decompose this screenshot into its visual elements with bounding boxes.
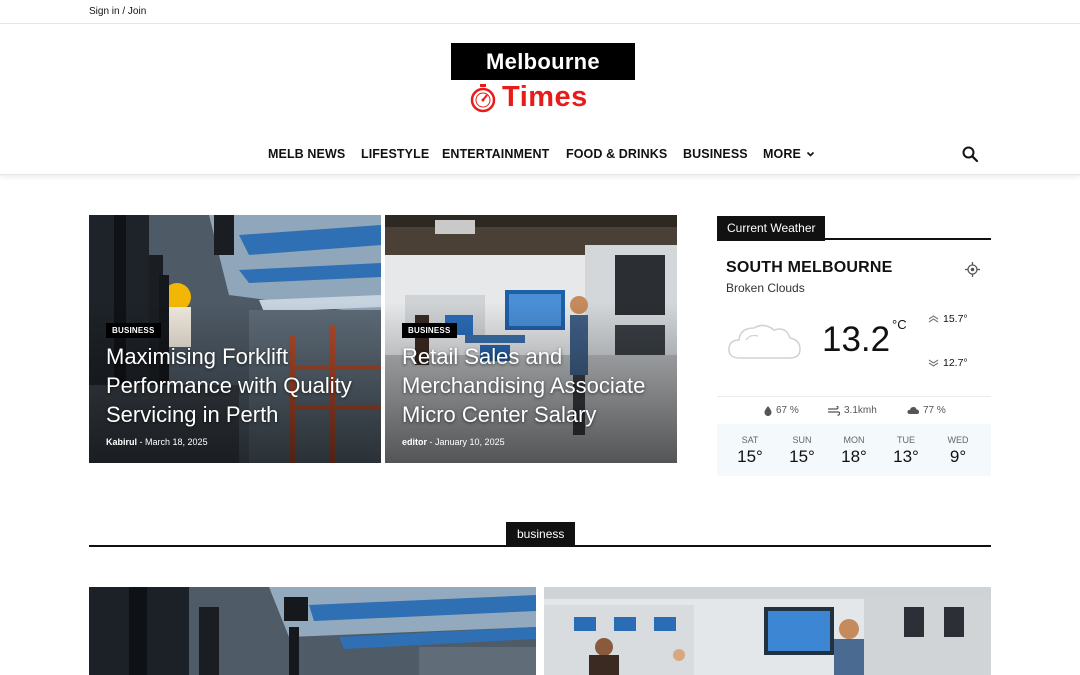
wind: 3.1kmh [828,405,877,416]
forecast-day: SAT 15° [724,424,776,467]
category-badge[interactable]: BUSINESS [106,323,161,338]
wind-icon [828,405,840,416]
forecast-day-temp: 13° [893,447,919,466]
category-badge[interactable]: BUSINESS [402,323,457,338]
main-nav: MELB NEWS LIFESTYLE ENTERTAINMENT FOOD &… [0,140,1080,175]
logo-box: Melbourne [451,43,635,80]
weather-forecast: SAT 15° SUN 15° MON 18° TUE 13° WED 9° [717,424,991,476]
cloudiness: 77 % [907,405,946,416]
chevron-down-icon [807,151,815,157]
weather-city: SOUTH MELBOURNE [726,259,893,276]
featured-meta: editor - January 10, 2025 [402,437,505,447]
forecast-day-name: SUN [792,435,812,445]
weather-stats: 67 % 3.1kmh 77 % [717,396,991,424]
arrow-up-icon [928,315,939,323]
droplet-icon [764,405,772,416]
weather-tab-label: Current Weather [717,216,826,241]
nav-item-food-drinks[interactable]: FOOD & DRINKS [566,147,667,161]
humidity: 67 % [764,405,799,416]
forecast-day-temp: 15° [789,447,815,466]
location-button[interactable] [965,262,980,282]
temperature-unit[interactable]: °C [892,317,907,332]
low-temp-value: 12.7° [943,357,968,369]
forecast-day: TUE 13° [880,424,932,467]
low-temp: 12.7° [928,357,968,369]
wind-value: 3.1kmh [844,405,877,416]
site-logo[interactable]: Melbourne Times [451,43,635,115]
forecast-day-temp: 18° [841,447,867,466]
forecast-day-name: TUE [897,435,915,445]
nav-item-more-label: MORE [763,147,801,161]
forecast-day: SUN 15° [776,424,828,467]
post-date: March 18, 2025 [145,437,208,447]
crosshair-icon [965,262,980,277]
article-card-retail[interactable] [544,587,991,675]
logo-times: Times [451,81,635,115]
stopwatch-icon [470,84,496,113]
featured-article-retail[interactable]: BUSINESS Retail Sales and Merchandising … [385,215,677,463]
cloud-small-icon [907,407,919,414]
article-card-forklift[interactable] [89,587,536,675]
current-temperature: 13.2 [822,320,891,359]
forecast-day: MON 18° [828,424,880,467]
logo-line2: Times [502,81,588,113]
weather-tab: Current Weather [717,216,991,241]
featured-title[interactable]: Maximising Forklift Performance with Qua… [106,342,374,429]
forecast-day-name: WED [947,435,969,445]
search-icon [962,146,979,163]
author-name[interactable]: Kabirul [106,437,137,447]
humidity-value: 67 % [776,405,799,416]
forecast-day-name: SAT [741,435,759,445]
featured-meta: Kabirul - March 18, 2025 [106,437,208,447]
warehouse-forklift-image [89,587,536,675]
top-bar: Sign in / Join [0,0,1080,24]
nav-item-lifestyle[interactable]: LIFESTYLE [361,147,429,161]
post-date: January 10, 2025 [435,437,505,447]
cloudiness-value: 77 % [923,405,946,416]
author-name[interactable]: editor [402,437,427,447]
electronics-store-image [544,587,991,675]
featured-title[interactable]: Retail Sales and Merchandising Associate… [402,342,670,429]
nav-item-more[interactable]: MORE [763,147,815,161]
search-button[interactable] [961,145,979,168]
forecast-day-name: MON [843,435,865,445]
arrow-down-icon [928,359,939,367]
cloud-icon [724,318,804,369]
sign-in-link[interactable]: Sign in / Join [89,6,146,17]
nav-item-business[interactable]: BUSINESS [683,147,748,161]
featured-article-forklift[interactable]: BUSINESS Maximising Forklift Performance… [89,215,381,463]
high-temp-value: 15.7° [943,313,968,325]
logo-line1: Melbourne [486,48,600,74]
weather-description: Broken Clouds [726,281,805,295]
high-temp: 15.7° [928,313,968,325]
forecast-day-temp: 15° [737,447,763,466]
nav-item-entertainment[interactable]: ENTERTAINMENT [442,147,549,161]
forecast-day-temp: 9° [949,447,967,466]
section-title[interactable]: business [506,522,576,547]
forecast-day: WED 9° [932,424,984,467]
nav-item-melb-news[interactable]: MELB NEWS [268,147,345,161]
